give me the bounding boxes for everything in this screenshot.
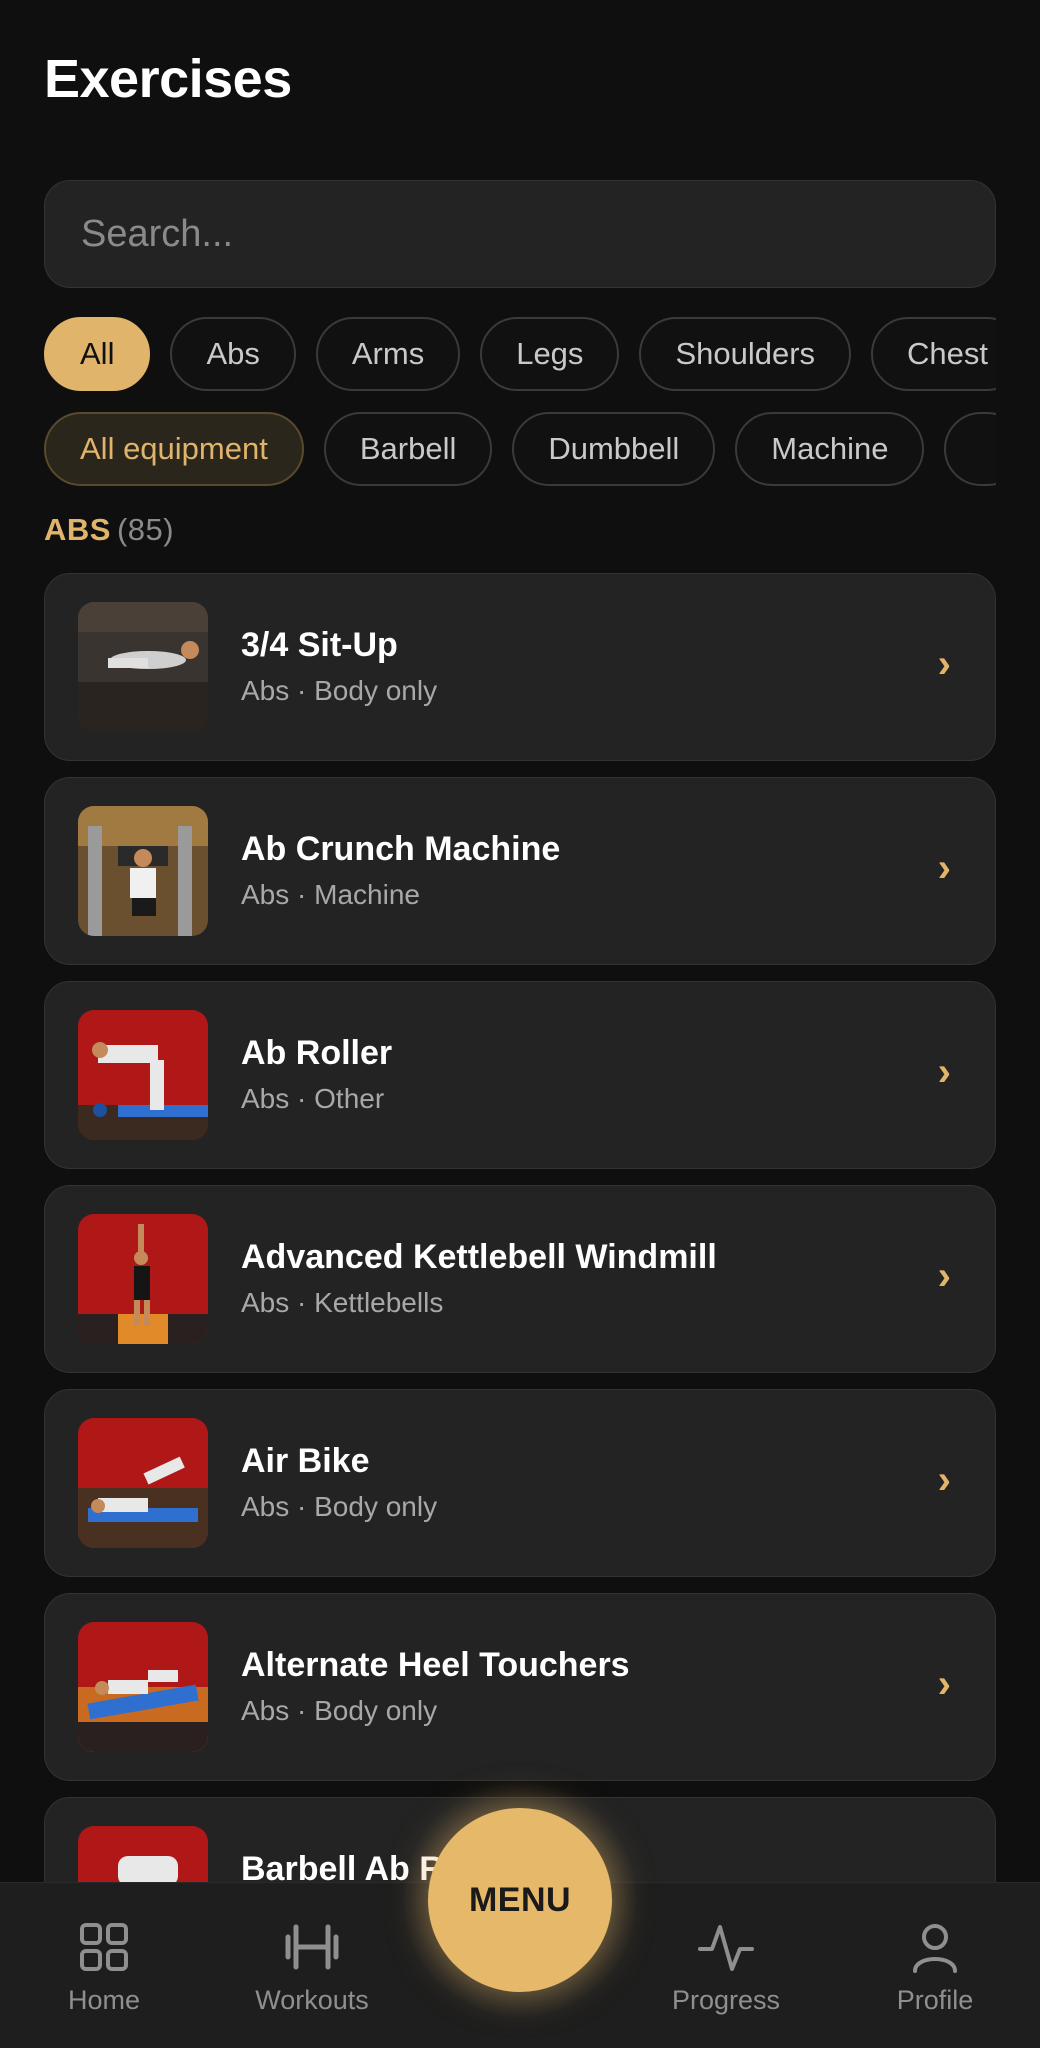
exercise-thumbnail — [78, 1418, 208, 1548]
exercise-thumbnail — [78, 806, 208, 936]
exercise-name: Ab Crunch Machine — [241, 830, 561, 868]
exercise-thumbnail — [78, 602, 208, 732]
dumbbell-icon — [285, 1924, 339, 1970]
page-title: Exercises — [44, 49, 292, 109]
nav-profile[interactable]: Profile — [860, 1919, 1010, 2016]
section-count: (85) — [116, 512, 175, 547]
user-icon — [913, 1924, 957, 1973]
crunch-machine-photo-icon — [78, 806, 208, 936]
menu-button[interactable]: MENU — [428, 1808, 612, 1992]
exercise-card[interactable]: Alternate Heel Touchers Abs · Body only … — [44, 1593, 996, 1781]
equipment-chip-all[interactable]: All equipment — [44, 412, 304, 486]
exercise-meta: Abs · Body only — [241, 1491, 438, 1522]
kettlebell-windmill-photo-icon — [78, 1214, 208, 1344]
exercise-name: Air Bike — [241, 1442, 370, 1480]
equipment-filter-row: All equipment Barbell Dumbbell Machine — [44, 412, 996, 486]
nav-profile-label: Profile — [896, 1985, 974, 2015]
exercise-thumbnail — [78, 1622, 208, 1752]
section-heading: ABS (85) — [44, 512, 174, 548]
nav-workouts[interactable]: Workouts — [237, 1919, 387, 2016]
exercise-meta: Abs · Body only — [241, 675, 438, 706]
nav-home-label: Home — [67, 1985, 141, 2015]
air-bike-photo-icon — [78, 1418, 208, 1548]
grid-icon — [80, 1923, 128, 1971]
exercise-thumbnail — [78, 1010, 208, 1140]
exercise-name: Advanced Kettlebell Windmill — [241, 1238, 717, 1276]
category-chip-arms[interactable]: Arms — [315, 317, 461, 391]
category-chip-shoulders[interactable]: Shoulders — [639, 317, 852, 391]
chevron-right-icon: › — [937, 1662, 951, 1706]
exercise-card[interactable]: Advanced Kettlebell Windmill Abs · Kettl… — [44, 1185, 996, 1373]
chevron-right-icon: › — [937, 642, 951, 686]
exercise-card[interactable]: Ab Crunch Machine Abs · Machine › — [44, 777, 996, 965]
exercise-meta: Abs · Kettlebells — [241, 1287, 444, 1318]
exercise-card[interactable]: Ab Roller Abs · Other › — [44, 981, 996, 1169]
section-name: ABS — [44, 512, 111, 547]
nav-workouts-label: Workouts — [255, 1985, 369, 2015]
nav-progress[interactable]: Progress — [651, 1919, 801, 2016]
situp-photo-icon — [78, 602, 208, 732]
exercise-card[interactable]: Air Bike Abs · Body only › — [44, 1389, 996, 1577]
category-chip-legs[interactable]: Legs — [480, 317, 620, 391]
exercise-meta: Abs · Body only — [241, 1695, 438, 1726]
nav-progress-label: Progress — [671, 1985, 781, 2015]
category-chip-abs[interactable]: Abs — [170, 317, 296, 391]
exercise-meta: Abs · Machine — [241, 879, 420, 910]
search-input[interactable] — [81, 212, 959, 256]
nav-home[interactable]: Home — [29, 1919, 179, 2016]
category-chip-chest[interactable]: Chest — [871, 317, 996, 391]
exercise-name: Ab Roller — [241, 1034, 393, 1072]
heel-touchers-photo-icon — [78, 1622, 208, 1752]
exercise-card[interactable]: 3/4 Sit-Up Abs · Body only › — [44, 573, 996, 761]
activity-icon — [698, 1925, 754, 1971]
chevron-right-icon: › — [937, 1458, 951, 1502]
chevron-right-icon: › — [937, 1254, 951, 1298]
exercise-name: Alternate Heel Touchers — [241, 1646, 630, 1684]
exercise-name: 3/4 Sit-Up — [241, 626, 398, 664]
chevron-right-icon: › — [937, 846, 951, 890]
exercise-thumbnail — [78, 1214, 208, 1344]
equipment-chip-machine[interactable]: Machine — [735, 412, 925, 486]
search-box[interactable] — [44, 180, 996, 288]
equipment-chip-more[interactable] — [944, 412, 996, 486]
ab-roller-photo-icon — [78, 1010, 208, 1140]
exercise-meta: Abs · Other — [241, 1083, 385, 1114]
chevron-right-icon: › — [937, 1050, 951, 1094]
equipment-chip-barbell[interactable]: Barbell — [323, 412, 493, 486]
category-chip-all[interactable]: All — [44, 317, 151, 391]
equipment-chip-dumbbell[interactable]: Dumbbell — [512, 412, 716, 486]
category-filter-row: All Abs Arms Legs Shoulders Chest — [44, 317, 996, 391]
